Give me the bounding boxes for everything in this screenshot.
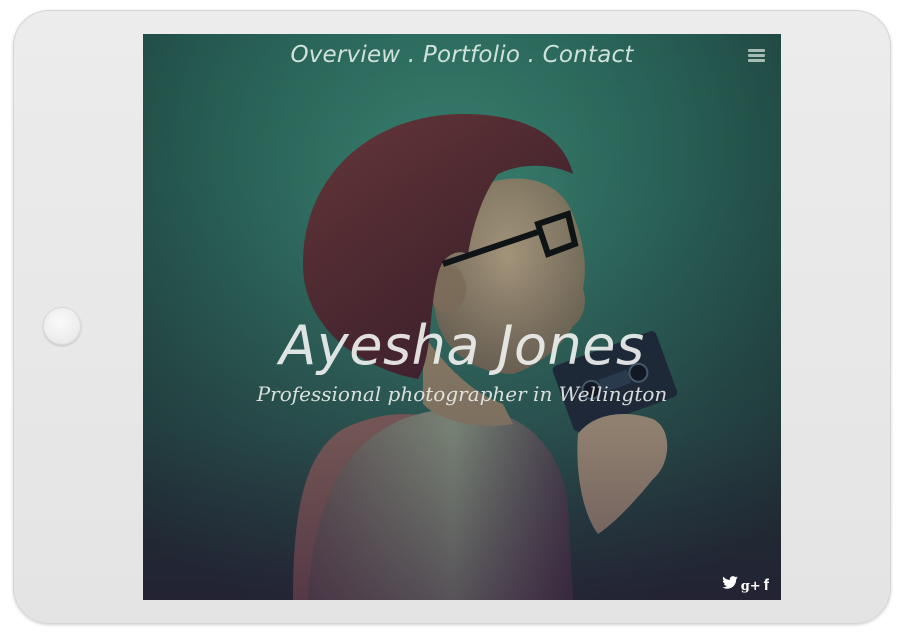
nav-separator: . — [400, 42, 423, 68]
hero-title: Ayesha Jones — [279, 314, 645, 377]
twitter-icon[interactable] — [721, 576, 738, 594]
facebook-icon[interactable]: f — [764, 578, 769, 594]
social-links: g+ f — [721, 576, 769, 594]
website-screen: Overview . Portfolio . Contact Ayesha Jo… — [143, 34, 781, 600]
hamburger-menu-icon[interactable] — [748, 49, 765, 63]
nav-portfolio[interactable]: Portfolio — [423, 42, 520, 68]
home-button[interactable] — [43, 307, 81, 345]
hero-subtitle: Professional photographer in Wellington — [256, 382, 668, 406]
main-nav: Overview . Portfolio . Contact — [143, 42, 781, 68]
nav-contact[interactable]: Contact — [543, 42, 634, 68]
google-plus-icon[interactable]: g+ — [741, 580, 761, 594]
nav-separator: . — [520, 42, 543, 68]
nav-overview[interactable]: Overview — [290, 42, 400, 68]
